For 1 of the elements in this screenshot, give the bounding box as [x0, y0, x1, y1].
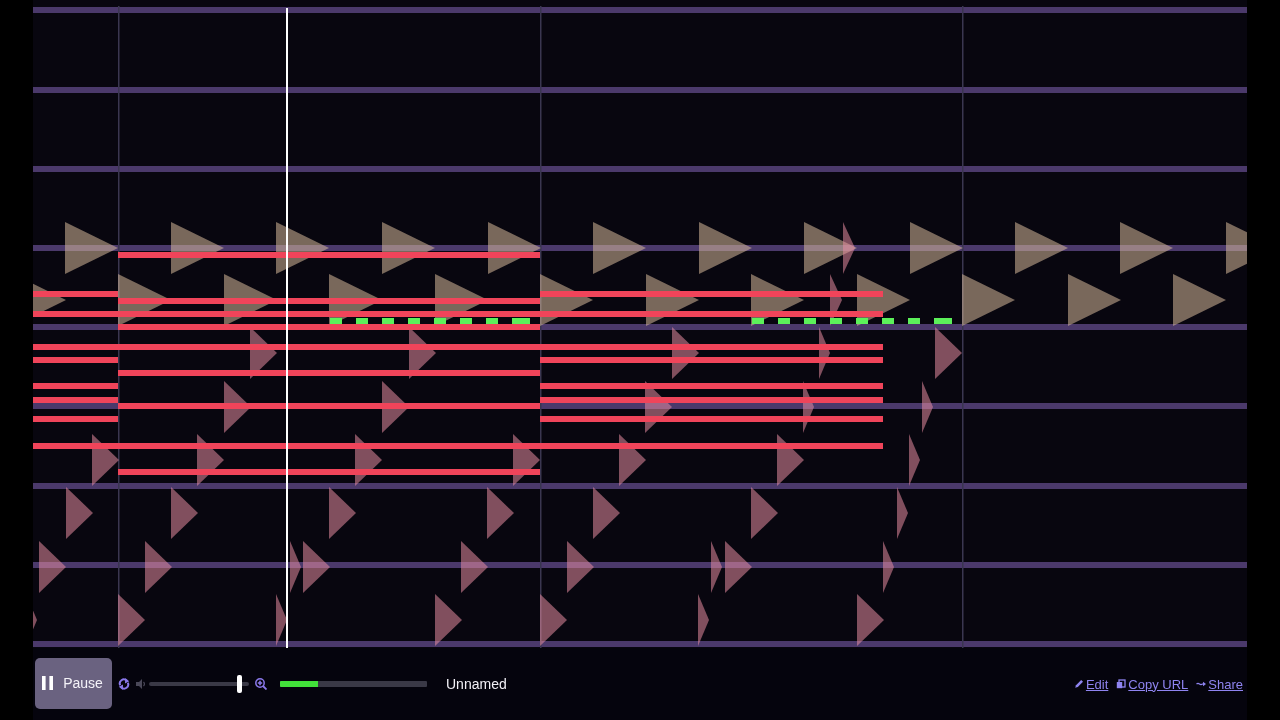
song-title: Unnamed — [446, 676, 507, 692]
